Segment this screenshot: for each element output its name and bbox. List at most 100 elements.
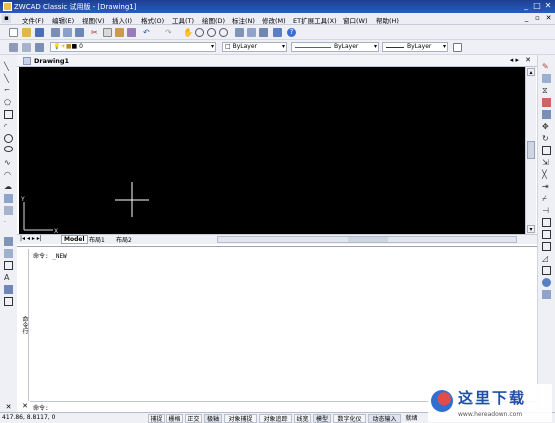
menu-draw[interactable]: 绘图(D) [202,15,225,25]
copy-icon[interactable] [103,28,112,37]
break-icon[interactable]: ⌿ [542,194,551,203]
rectangle-icon[interactable] [4,110,13,119]
polyline-icon[interactable]: ⌐ [4,86,13,95]
properties-icon[interactable] [235,28,244,37]
save-icon[interactable] [35,28,44,37]
pedit-icon[interactable] [542,278,551,287]
ortho-button[interactable]: 正交 [185,414,202,423]
point-icon[interactable]: · [4,218,13,227]
menu-edit[interactable]: 编辑(E) [52,15,74,25]
menu-file[interactable]: 文件(F) [22,15,44,25]
layer-state-icon[interactable] [35,43,44,52]
chamfer-icon[interactable] [542,218,551,227]
spline-icon[interactable]: ∿ [4,158,13,167]
tablet-button[interactable]: 数字化仪 [333,414,366,423]
menu-view[interactable]: 视图(V) [82,15,105,25]
revcloud-icon[interactable]: ☁ [4,182,13,191]
h-scroll-thumb[interactable] [348,237,388,242]
lineweight-button[interactable]: 线宽 [294,414,311,423]
document-tab-label[interactable]: Drawing1 [34,57,69,65]
grid-icon[interactable] [4,285,13,294]
copy-object-icon[interactable] [542,74,551,83]
maximize-icon[interactable]: □ [532,1,542,11]
help-icon[interactable]: ? [287,28,296,37]
match-properties-icon[interactable] [127,28,136,37]
ellipse-arc-icon[interactable]: ◠ [4,170,13,179]
menu-insert[interactable]: 插入(I) [112,15,132,25]
line-icon[interactable]: ╲ [4,62,13,71]
rotate-icon[interactable]: ↻ [542,134,551,143]
grid-button[interactable]: 栅格 [166,414,183,423]
array-icon[interactable] [542,110,551,119]
stretch-icon[interactable]: ⇲ [542,158,551,167]
close-icon[interactable]: ✕ [543,1,553,11]
polar-button[interactable]: 极轴 [204,414,222,423]
explode-icon[interactable] [542,242,551,251]
tab-close-icon[interactable]: ✕ [525,56,531,64]
linetype-dropdown[interactable]: ByLayer ▾ [291,42,379,52]
design-center-icon[interactable] [247,28,256,37]
plot-style-icon[interactable] [453,43,462,52]
ellipse-icon[interactable] [4,146,13,152]
doc-restore-icon[interactable]: ▫ [533,14,542,23]
redo-icon[interactable]: ↷ [165,28,174,37]
layer-dropdown[interactable]: 💡☀■■ 0 ▾ [50,42,216,52]
zoom-realtime-icon[interactable] [195,28,204,37]
tab-scroll-icon[interactable]: ◂ ▸ [510,56,519,64]
publish-icon[interactable] [75,28,84,37]
menu-modify[interactable]: 修改(M) [262,15,286,25]
fillet-icon[interactable] [542,230,551,239]
doc-close-icon[interactable]: ✕ [544,14,553,23]
new-icon[interactable] [9,28,18,37]
circle-icon[interactable] [4,134,13,143]
layer-previous-icon[interactable] [22,43,31,52]
dynamic-input-button[interactable]: 动态输入 [368,414,401,423]
minimize-icon[interactable]: _ [521,1,531,11]
move-icon[interactable]: ✥ [542,122,551,131]
join-icon[interactable]: ⊣ [542,206,551,215]
layout-nav-icons[interactable]: |◂ ◂ ▸ ▸| [20,235,42,242]
menu-help[interactable]: 帮助(H) [376,15,399,25]
undo-icon[interactable]: ↶ [143,28,152,37]
drawing-canvas[interactable]: Y X [19,67,525,234]
arc-icon[interactable]: ◜ [4,122,13,131]
layout-tab-2[interactable]: 布局2 [116,235,132,244]
insert-block-icon[interactable] [4,194,13,203]
menu-dimension[interactable]: 标注(N) [232,15,255,25]
erase-icon[interactable]: ✎ [542,62,551,71]
menu-tools[interactable]: 工具(T) [172,15,194,25]
lineweight-dropdown[interactable]: ByLayer ▾ [382,42,448,52]
menu-window[interactable]: 窗口(W) [343,15,368,25]
vertical-scrollbar[interactable]: ▴ ▾ [525,67,536,234]
calculator-icon[interactable] [273,28,282,37]
cut-icon[interactable]: ✂ [91,28,100,37]
osnap-button[interactable]: 对象捕捉 [224,414,257,423]
polygon-icon[interactable]: ⬠ [4,98,13,107]
model-button[interactable]: 模型 [313,414,331,423]
make-block-icon[interactable] [4,206,13,215]
color-dropdown[interactable]: □ ByLayer ▾ [222,42,287,52]
scale-icon[interactable] [542,146,551,155]
layout-tab-1[interactable]: 布局1 [89,235,105,244]
align-icon[interactable] [542,266,551,275]
paste-icon[interactable] [115,28,124,37]
image-icon[interactable] [4,297,13,306]
scroll-down-icon[interactable]: ▾ [527,225,535,233]
horizontal-scrollbar[interactable] [217,236,517,243]
layer-manager-icon[interactable] [9,43,18,52]
menu-format[interactable]: 格式(O) [141,15,164,25]
offset-icon[interactable] [542,98,551,107]
otrack-button[interactable]: 对象追踪 [259,414,292,423]
table-icon[interactable] [4,261,13,270]
doc-icon[interactable]: ▪ [2,14,11,23]
command-close-icon[interactable]: ✕ [20,401,30,412]
scroll-up-icon[interactable]: ▴ [527,68,535,76]
preview-icon[interactable] [63,28,72,37]
trim-icon[interactable]: ╳ [542,170,551,179]
pan-icon[interactable]: ✋ [183,28,193,37]
scroll-thumb[interactable] [527,141,535,159]
zoom-window-icon[interactable] [207,28,216,37]
snap-button[interactable]: 捕捉 [148,414,165,423]
tool-palette-icon[interactable] [259,28,268,37]
hatch-icon[interactable] [4,237,13,246]
